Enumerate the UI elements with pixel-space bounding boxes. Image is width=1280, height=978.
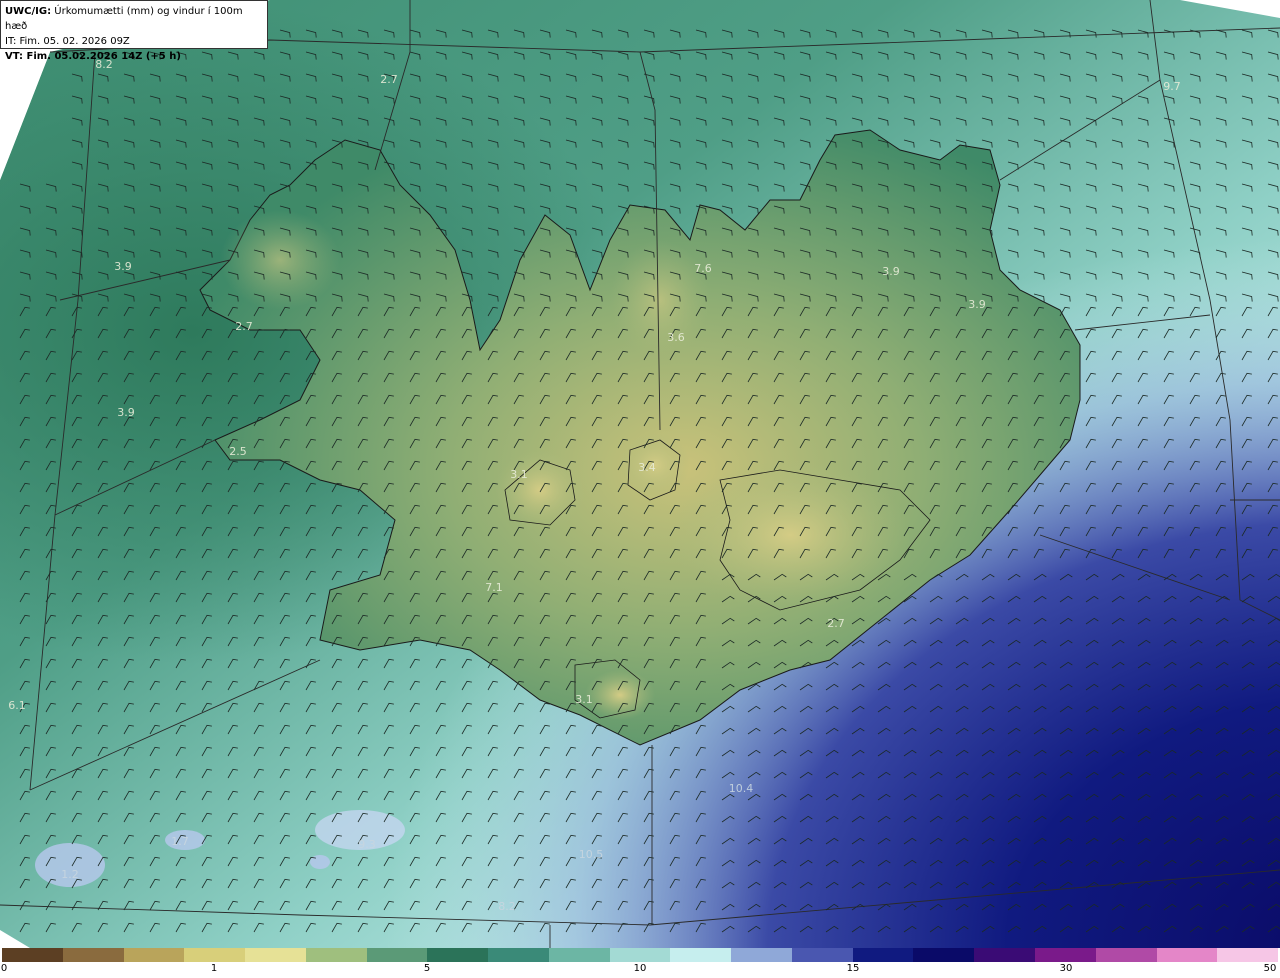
- precip-value-label: 1.2: [61, 868, 79, 881]
- precip-value-label: 1.7: [171, 835, 189, 848]
- colorbar-segment: [305, 948, 367, 962]
- colorbar-segment: [1095, 948, 1157, 962]
- precip-value-label: 9.7: [1163, 80, 1181, 93]
- valid-time: VT: Fim. 05.02.2026 14Z (+5 h): [5, 51, 181, 62]
- colorbar-segment: [913, 948, 975, 962]
- precip-value-label: 3.4: [638, 461, 656, 474]
- colorbar-label: 30: [1059, 963, 1073, 974]
- colorbar-strip: [2, 948, 1279, 962]
- precip-value-label: 3.9: [117, 406, 135, 419]
- colorbar-segment: [670, 948, 732, 962]
- colorbar-segment: [62, 948, 124, 962]
- colorbar-segment: [488, 948, 549, 962]
- colorbar-segment: [123, 948, 185, 962]
- model-label: UWC/IG:: [5, 6, 52, 17]
- colorbar-segment: [548, 948, 610, 962]
- colorbar-segment: [1217, 948, 1279, 962]
- colorbar-segment: [609, 948, 671, 962]
- precip-value-label: 8.2: [498, 900, 516, 913]
- colorbar-segment: [731, 948, 792, 962]
- init-time: IT: Fim. 05. 02. 2026 09Z: [5, 36, 130, 47]
- colorbar: 0 1 5 10 15 30 50: [0, 948, 1280, 978]
- colorbar-segment: [427, 948, 489, 962]
- precip-value-label: 10.5: [579, 848, 604, 861]
- colorbar-label: 50: [1263, 963, 1277, 974]
- precip-value-label: 3.6: [667, 331, 685, 344]
- precipitation-wind-map: 8.2 2.7 9.7 3.9 2.7 3.9 2.5 3.1 3.4 7.6 3.6 3.9 3.9 7…: [0, 0, 1280, 948]
- colorbar-segment: [366, 948, 428, 962]
- colorbar-segment: [974, 948, 1036, 962]
- precip-value-label: 2.5: [229, 445, 247, 458]
- precip-value-label: 3.9: [882, 265, 900, 278]
- colorbar-segment: [1156, 948, 1218, 962]
- precip-value-label: 7.6: [694, 262, 712, 275]
- precip-value-label: 2.7: [827, 617, 845, 630]
- precip-value-label: 3.1: [510, 468, 528, 481]
- precip-value-label: 3.9: [968, 298, 986, 311]
- colorbar-segment: [852, 948, 914, 962]
- colorbar-segment: [1035, 948, 1096, 962]
- precip-value-label: 3.1: [575, 693, 593, 706]
- colorbar-label: 15: [846, 963, 860, 974]
- precip-value-label: 10.4: [729, 782, 754, 795]
- colorbar-segment: [245, 948, 306, 962]
- precip-value-label: 2.7: [235, 320, 253, 333]
- precip-value-label: 3.9: [114, 260, 132, 273]
- precip-value-label: 9.3: [358, 838, 376, 851]
- colorbar-label: 5: [423, 963, 431, 974]
- colorbar-label: 1: [210, 963, 218, 974]
- colorbar-segment: [2, 948, 63, 962]
- precip-value-label: 2.7: [380, 73, 398, 86]
- colorbar-label: 0: [0, 963, 8, 974]
- precip-value-label: 6.1: [8, 699, 26, 712]
- map-header: UWC/IG: Úrkomumætti (mm) og vindur í 100…: [0, 0, 268, 62]
- precip-value-label: 7.1: [485, 581, 503, 594]
- colorbar-segment: [184, 948, 246, 962]
- colorbar-segment: [791, 948, 853, 962]
- colorbar-label: 10: [633, 963, 647, 974]
